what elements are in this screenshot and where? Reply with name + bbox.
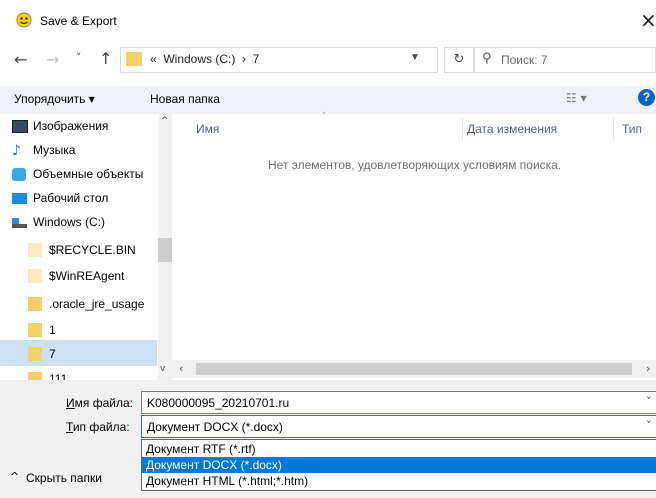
sidebar-item-recycle-bin[interactable]: $RECYCLE.BIN: [49, 238, 136, 262]
filename-value[interactable]: K080000095_20210701.ru: [147, 396, 289, 410]
desktop-icon: [12, 193, 27, 204]
address-path[interactable]: « Windows (C:) › 7: [150, 52, 259, 66]
filetype-label: Тип файла:: [66, 420, 130, 434]
scroll-up-icon[interactable]: ^: [161, 116, 169, 126]
chevron-down-icon[interactable]: ˅: [646, 395, 652, 408]
folder-icon: [28, 323, 42, 337]
filetype-option-rtf[interactable]: Документ RTF (*.rtf): [142, 441, 656, 457]
sidebar-item-desktop[interactable]: Рабочий стол: [33, 186, 108, 210]
sidebar-scrollbar-thumb[interactable]: [158, 238, 172, 262]
chevron-up-icon[interactable]: ^: [10, 470, 19, 483]
search-placeholder: Поиск: 7: [501, 53, 548, 67]
drive-icon: [12, 218, 27, 228]
sidebar-item-folder-1[interactable]: 1: [49, 318, 56, 342]
sidebar-item-pictures[interactable]: Изображения: [33, 114, 108, 138]
folder-icon: [28, 243, 42, 257]
sidebar-item-oracle-jre-usage[interactable]: .oracle_jre_usage: [49, 292, 144, 316]
new-folder-button[interactable]: Новая папка: [150, 92, 220, 106]
column-divider[interactable]: [613, 118, 614, 140]
back-icon[interactable]: ←: [14, 50, 27, 69]
3d-objects-icon: [12, 168, 26, 181]
scroll-down-icon[interactable]: v: [160, 364, 165, 374]
chevron-down-icon[interactable]: ▼: [410, 52, 420, 63]
horizontal-scrollbar-thumb[interactable]: [196, 363, 632, 375]
folder-icon: [126, 52, 142, 66]
window-title: Save & Export: [40, 14, 117, 28]
folder-icon: [28, 269, 42, 283]
help-icon[interactable]: ?: [638, 89, 655, 106]
empty-message: Нет элементов, удовлетворяющих условиям …: [268, 158, 562, 172]
hide-folders-button[interactable]: Скрыть папки: [26, 471, 102, 485]
filename-label: Имя файла:: [66, 396, 133, 410]
sidebar-item-3d-objects[interactable]: Объемные объекты: [33, 162, 143, 186]
recent-locations-icon[interactable]: ˅: [76, 51, 82, 64]
sidebar-item-folder-7[interactable]: 7: [49, 342, 56, 366]
sidebar-item-winreagent[interactable]: $WinREAgent: [49, 264, 124, 288]
folder-icon: [28, 372, 42, 380]
search-icon: ⚲: [482, 51, 492, 66]
column-divider[interactable]: [462, 118, 463, 140]
command-bar: [0, 86, 656, 114]
forward-icon[interactable]: →: [46, 50, 59, 69]
sidebar-item-drive-c[interactable]: Windows (C:): [33, 210, 105, 234]
chevron-down-icon[interactable]: ˅: [646, 419, 652, 432]
up-icon[interactable]: ↑: [99, 49, 112, 68]
folder-icon: [28, 347, 42, 361]
column-name[interactable]: Имя: [196, 122, 219, 136]
navigation-pane: Изображения ♪ Музыка Объемные объекты Ра…: [0, 114, 172, 380]
filetype-value[interactable]: Документ DOCX (*.docx): [147, 420, 283, 434]
scroll-left-icon[interactable]: ‹: [179, 362, 183, 375]
app-icon: [16, 12, 32, 28]
filetype-option-html[interactable]: Документ HTML (*.html;*.htm): [142, 473, 656, 489]
sort-indicator-icon: ˅: [322, 112, 327, 122]
folder-icon: [28, 297, 42, 311]
pictures-icon: [12, 120, 28, 133]
refresh-button[interactable]: ↻: [444, 47, 474, 73]
view-options-icon[interactable]: ☷ ▾: [566, 91, 587, 105]
sidebar-item-folder-111[interactable]: 111: [49, 367, 67, 380]
column-type[interactable]: Тип: [622, 122, 642, 136]
scroll-right-icon[interactable]: ›: [646, 362, 650, 375]
sidebar-item-music[interactable]: Музыка: [33, 138, 75, 162]
music-icon: ♪: [12, 143, 21, 159]
organize-button[interactable]: Упорядочить ▾: [14, 92, 95, 106]
column-date-modified[interactable]: Дата изменения: [467, 122, 557, 136]
filetype-option-docx[interactable]: Документ DOCX (*.docx): [142, 457, 656, 473]
close-icon[interactable]: ×: [640, 8, 656, 32]
